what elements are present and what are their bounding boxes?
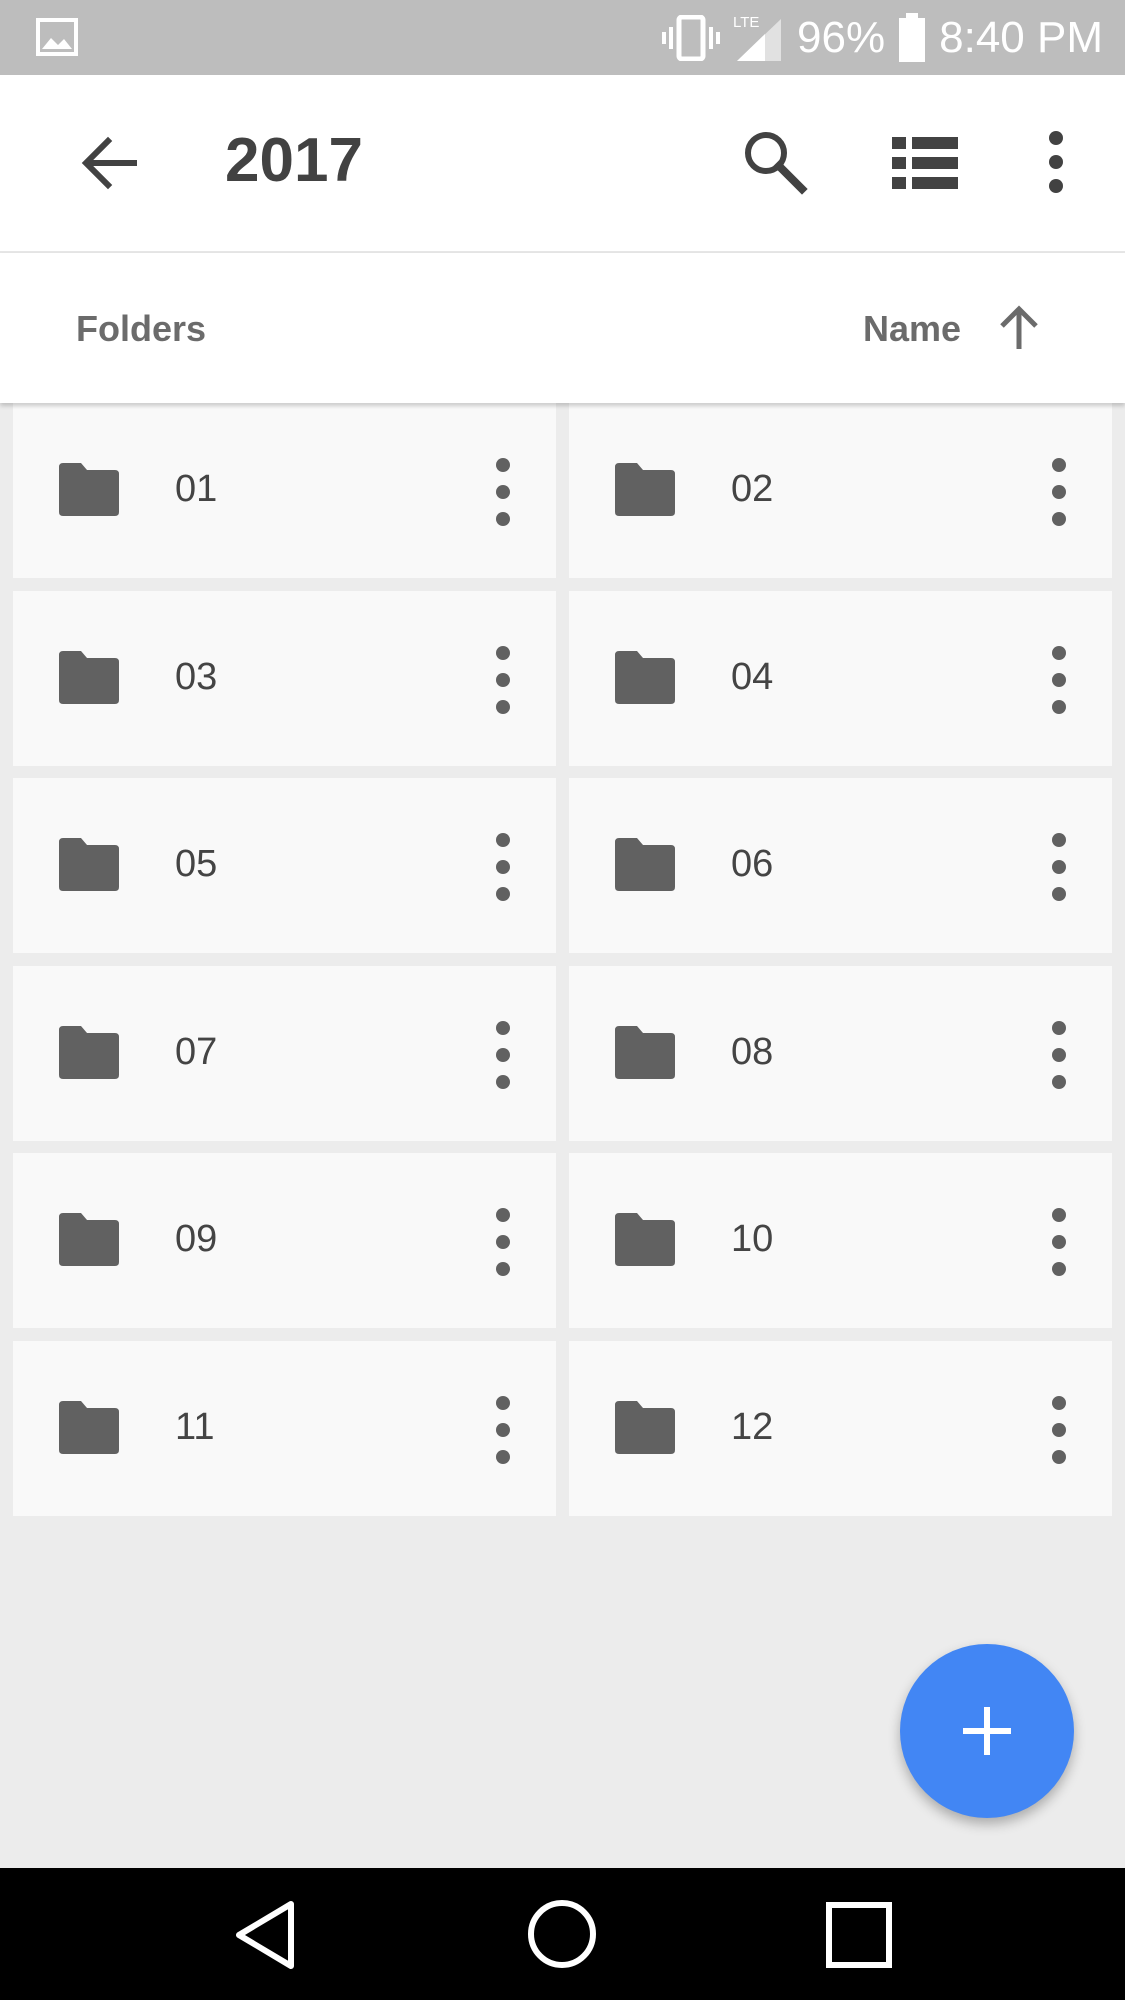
folder-name: 10: [731, 1218, 774, 1260]
more-vert-icon[interactable]: [1047, 830, 1071, 904]
folder-name: 08: [731, 1030, 774, 1073]
app-bar: 2017: [0, 75, 1125, 251]
more-vert-icon[interactable]: [1047, 1018, 1071, 1092]
folder-card-05[interactable]: 05: [13, 778, 556, 953]
back-arrow-icon[interactable]: [78, 131, 142, 195]
folder-icon: [59, 1400, 119, 1454]
folder-icon: [59, 463, 119, 516]
more-vert-icon[interactable]: [491, 1393, 515, 1467]
folder-icon: [59, 650, 119, 704]
more-vert-icon[interactable]: [1047, 1205, 1071, 1279]
folder-card-12[interactable]: 12: [569, 1340, 1112, 1516]
page-title: 2017: [225, 126, 363, 195]
folder-name: 02: [731, 468, 774, 510]
folder-icon: [615, 1400, 675, 1454]
folder-card-07[interactable]: 07: [13, 965, 556, 1141]
more-vert-icon[interactable]: [1047, 455, 1071, 529]
nav-home-icon[interactable]: [526, 1898, 598, 1970]
search-icon[interactable]: [740, 127, 810, 197]
folder-name: 12: [731, 1405, 774, 1448]
more-vert-icon[interactable]: [491, 455, 515, 529]
folder-name: 04: [731, 655, 774, 698]
folder-card-03[interactable]: 03: [13, 590, 556, 766]
section-label: Folders: [76, 308, 207, 349]
folder-icon: [615, 1213, 675, 1266]
folder-card-10[interactable]: 10: [569, 1153, 1112, 1328]
folder-icon: [615, 838, 675, 891]
folder-card-11[interactable]: 11: [13, 1340, 556, 1516]
folder-name: 09: [175, 1218, 218, 1260]
folder-name: 01: [175, 468, 218, 510]
folder-card-02[interactable]: 02: [569, 403, 1112, 578]
folder-icon: [615, 463, 675, 516]
more-vert-icon[interactable]: [1047, 1393, 1071, 1467]
folder-icon: [59, 1213, 119, 1266]
list-view-icon[interactable]: [890, 133, 960, 193]
folder-card-09[interactable]: 09: [13, 1153, 556, 1328]
battery-icon: [899, 12, 926, 62]
folder-name: 05: [175, 843, 218, 885]
folder-card-04[interactable]: 04: [569, 590, 1112, 766]
sort-bar: Folders Name: [0, 253, 1125, 403]
nav-recents-icon[interactable]: [826, 1902, 892, 1968]
status-bar: LTE 96% 8:40 PM: [0, 0, 1125, 75]
folder-icon: [615, 1025, 675, 1079]
add-button[interactable]: [900, 1644, 1074, 1818]
folder-name: 03: [175, 655, 218, 698]
folder-name: 07: [175, 1030, 218, 1073]
image-icon: [36, 18, 78, 56]
folder-card-08[interactable]: 08: [569, 965, 1112, 1141]
signal-icon: LTE: [733, 14, 782, 61]
clock: 8:40 PM: [939, 12, 1103, 62]
navigation-bar: [0, 1868, 1125, 2000]
folder-icon: [59, 1025, 119, 1079]
more-vert-icon[interactable]: [491, 643, 515, 717]
nav-back-icon[interactable]: [233, 1900, 297, 1970]
arrow-up-icon[interactable]: [994, 303, 1044, 353]
folder-name: 06: [731, 843, 774, 885]
more-vert-icon[interactable]: [491, 1018, 515, 1092]
vibrate-icon: [662, 14, 721, 61]
more-vert-icon[interactable]: [491, 1205, 515, 1279]
folder-icon: [615, 650, 675, 704]
folder-icon: [59, 838, 119, 891]
plus-icon: [963, 1707, 1011, 1755]
more-vert-icon[interactable]: [1030, 127, 1082, 197]
folder-card-01[interactable]: 01: [13, 403, 556, 578]
sort-by-name-button[interactable]: Name: [863, 308, 961, 350]
more-vert-icon[interactable]: [1047, 643, 1071, 717]
network-type-label: LTE: [733, 14, 759, 31]
more-vert-icon[interactable]: [491, 830, 515, 904]
folder-name: 11: [175, 1405, 215, 1448]
battery-percent: 96%: [797, 12, 886, 62]
folder-card-06[interactable]: 06: [569, 778, 1112, 953]
